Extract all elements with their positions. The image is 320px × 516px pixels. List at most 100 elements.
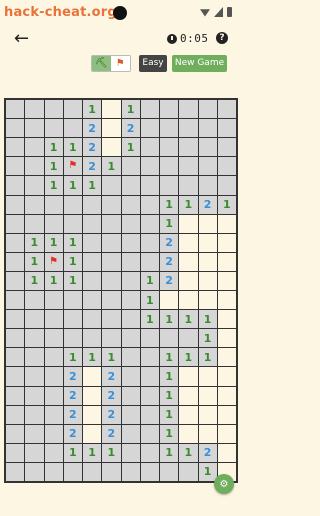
number-cell[interactable]: 1 [179,310,198,329]
hidden-cell[interactable] [160,157,179,176]
hidden-cell[interactable] [121,176,140,195]
hidden-cell[interactable] [83,310,102,329]
number-cell[interactable]: 1 [25,233,44,252]
hidden-cell[interactable] [121,271,140,290]
revealed-cell[interactable] [102,138,121,157]
hidden-cell[interactable] [102,176,121,195]
hidden-cell[interactable] [6,367,25,386]
hidden-cell[interactable] [102,329,121,348]
hidden-cell[interactable] [217,138,236,157]
hidden-cell[interactable] [44,291,63,310]
hidden-cell[interactable] [179,119,198,138]
hidden-cell[interactable] [44,100,63,119]
hidden-cell[interactable] [6,462,25,481]
new-game-button[interactable]: New Game [172,55,227,72]
number-cell[interactable]: 1 [63,138,82,157]
hidden-cell[interactable] [25,405,44,424]
revealed-cell[interactable] [217,424,236,443]
flag-icon[interactable]: ⚑ [44,252,63,271]
number-cell[interactable]: 2 [160,233,179,252]
number-cell[interactable]: 1 [179,348,198,367]
number-cell[interactable]: 2 [63,367,82,386]
hidden-cell[interactable] [6,233,25,252]
hidden-cell[interactable] [179,462,198,481]
hidden-cell[interactable] [198,100,217,119]
number-cell[interactable]: 1 [83,443,102,462]
hidden-cell[interactable] [198,119,217,138]
hidden-cell[interactable] [63,214,82,233]
hidden-cell[interactable] [83,291,102,310]
hidden-cell[interactable] [83,233,102,252]
hidden-cell[interactable] [121,195,140,214]
hidden-cell[interactable] [63,329,82,348]
hidden-cell[interactable] [121,367,140,386]
hidden-cell[interactable] [140,367,159,386]
number-cell[interactable]: 1 [121,100,140,119]
hidden-cell[interactable] [25,386,44,405]
number-cell[interactable]: 1 [160,443,179,462]
hidden-cell[interactable] [83,462,102,481]
hidden-cell[interactable] [44,405,63,424]
number-cell[interactable]: 1 [102,443,121,462]
revealed-cell[interactable] [198,367,217,386]
revealed-cell[interactable] [198,405,217,424]
number-cell[interactable]: 1 [63,233,82,252]
hidden-cell[interactable] [140,443,159,462]
number-cell[interactable]: 2 [160,252,179,271]
difficulty-button[interactable]: Easy [139,55,167,72]
number-cell[interactable]: 1 [121,138,140,157]
revealed-cell[interactable] [217,348,236,367]
hidden-cell[interactable] [140,176,159,195]
hidden-cell[interactable] [179,138,198,157]
hidden-cell[interactable] [44,462,63,481]
hidden-cell[interactable] [6,291,25,310]
number-cell[interactable]: 1 [63,252,82,271]
number-cell[interactable]: 1 [44,138,63,157]
help-fab-icon[interactable]: ⚙ [214,474,234,494]
hidden-cell[interactable] [44,443,63,462]
number-cell[interactable]: 1 [198,329,217,348]
hidden-cell[interactable] [44,310,63,329]
number-cell[interactable]: 1 [179,443,198,462]
number-cell[interactable]: 2 [121,119,140,138]
hidden-cell[interactable] [140,348,159,367]
hidden-cell[interactable] [140,195,159,214]
hidden-cell[interactable] [25,310,44,329]
number-cell[interactable]: 1 [44,233,63,252]
hidden-cell[interactable] [102,291,121,310]
hidden-cell[interactable] [140,214,159,233]
number-cell[interactable]: 2 [83,157,102,176]
hidden-cell[interactable] [6,195,25,214]
revealed-cell[interactable] [198,386,217,405]
hidden-cell[interactable] [25,195,44,214]
revealed-cell[interactable] [83,424,102,443]
revealed-cell[interactable] [217,367,236,386]
hidden-cell[interactable] [63,291,82,310]
number-cell[interactable]: 1 [217,195,236,214]
hidden-cell[interactable] [179,100,198,119]
hidden-cell[interactable] [6,100,25,119]
hidden-cell[interactable] [102,271,121,290]
number-cell[interactable]: 2 [102,386,121,405]
hidden-cell[interactable] [6,252,25,271]
hidden-cell[interactable] [217,100,236,119]
hidden-cell[interactable] [6,119,25,138]
hidden-cell[interactable] [198,176,217,195]
revealed-cell[interactable] [198,252,217,271]
minesweeper-board[interactable]: 1 1 2 2 1 1 2 1 1 ⚑ 2 1 1 1 1 1 1 2 1 1 1 1 1 2 1 ⚑ 1 2 1 1 1 1 2 1 1 1 1 1 1 1… [4,98,238,483]
hidden-cell[interactable] [102,252,121,271]
hidden-cell[interactable] [25,119,44,138]
hidden-cell[interactable] [121,405,140,424]
hidden-cell[interactable] [102,462,121,481]
revealed-cell[interactable] [179,405,198,424]
hidden-cell[interactable] [217,176,236,195]
hidden-cell[interactable] [6,310,25,329]
hidden-cell[interactable] [25,291,44,310]
hidden-cell[interactable] [6,348,25,367]
revealed-cell[interactable] [217,233,236,252]
number-cell[interactable]: 2 [102,367,121,386]
number-cell[interactable]: 1 [63,271,82,290]
number-cell[interactable]: 1 [160,405,179,424]
hidden-cell[interactable] [179,176,198,195]
hidden-cell[interactable] [44,386,63,405]
